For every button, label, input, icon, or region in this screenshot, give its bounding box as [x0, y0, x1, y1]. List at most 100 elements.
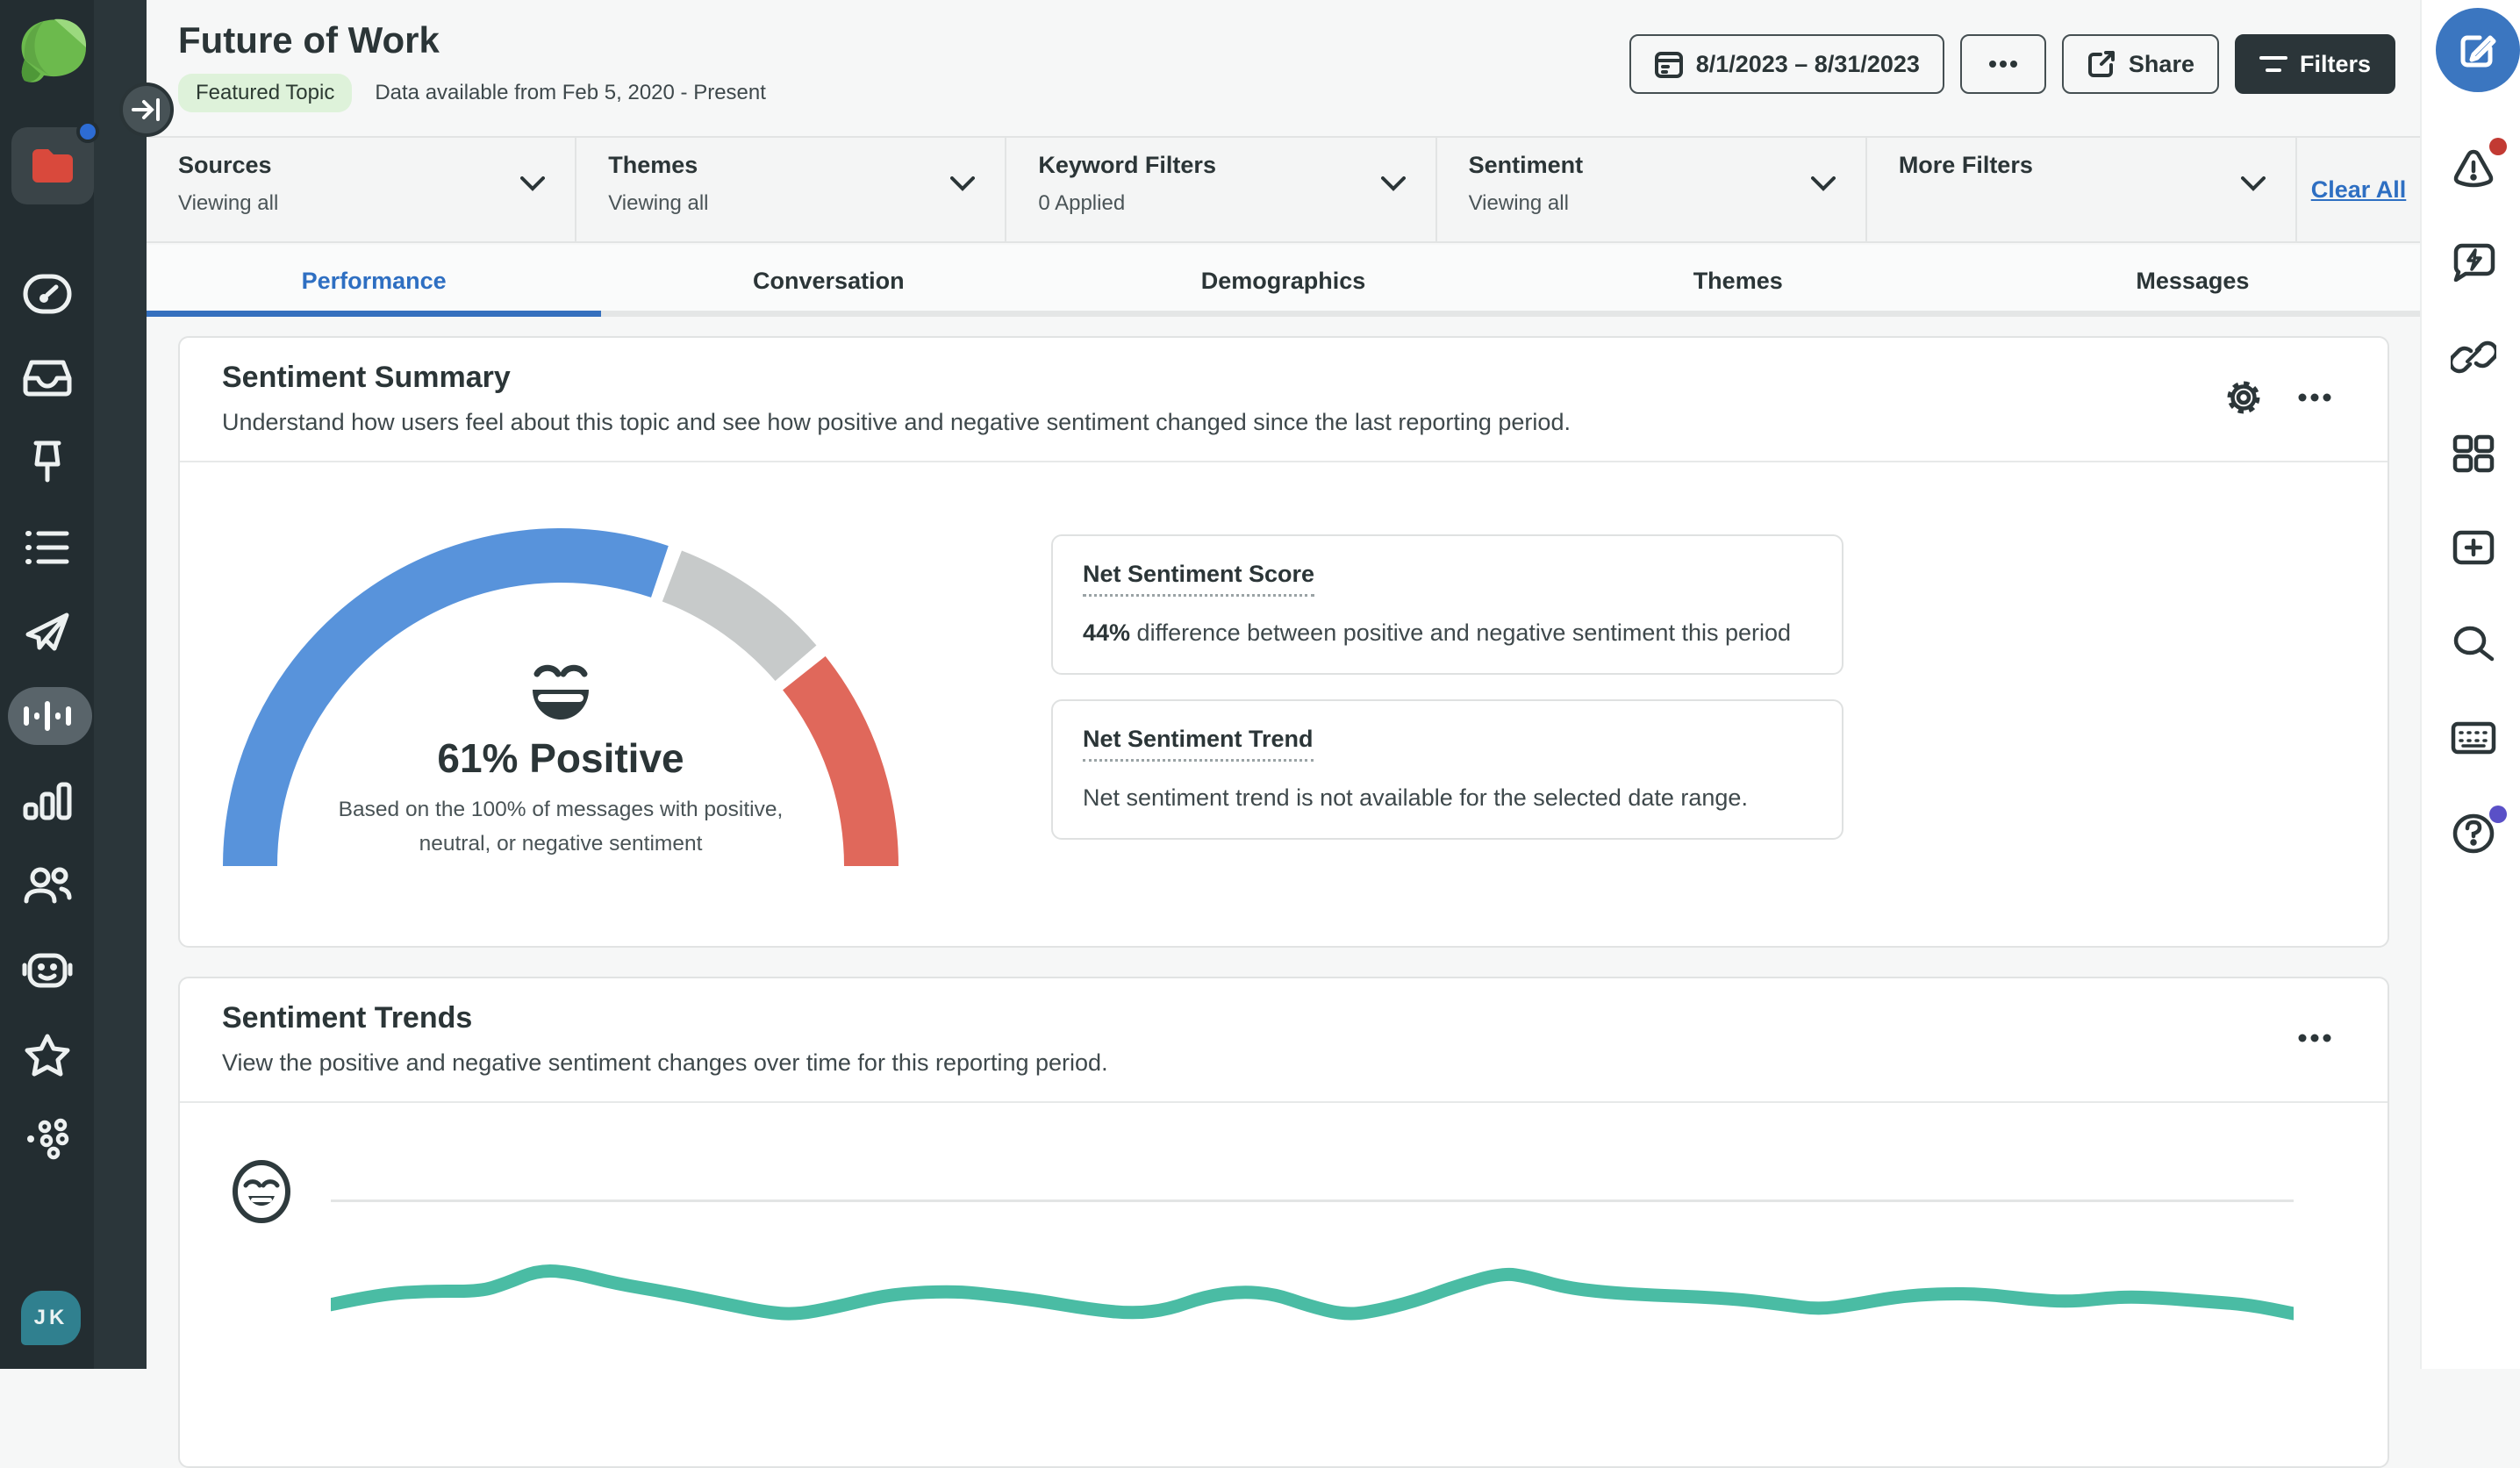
tab-demographics[interactable]: Demographics	[1056, 245, 1510, 317]
apps-grid-button[interactable]	[2451, 431, 2496, 476]
tab-performance[interactable]: Performance	[147, 245, 601, 317]
keyboard-icon	[2451, 721, 2496, 755]
star-icon	[24, 1033, 71, 1077]
tab-conversation[interactable]: Conversation	[601, 245, 1056, 317]
alerts-button[interactable]	[2451, 145, 2496, 190]
help-badge-dot	[2489, 806, 2507, 823]
card-title: Sentiment Summary	[222, 361, 2345, 395]
tab-themes[interactable]: Themes	[1511, 245, 1965, 317]
filter-themes[interactable]: Themes Viewing all	[576, 138, 1006, 241]
sidebar: JK	[0, 0, 94, 1369]
alert-badge-dot	[2489, 138, 2507, 155]
network-dots-icon	[24, 1118, 71, 1160]
tab-underline	[601, 311, 1056, 317]
tab-label: Performance	[302, 268, 447, 295]
compose-button[interactable]	[2436, 8, 2520, 92]
tab-underline	[147, 311, 601, 317]
filter-value: Viewing all	[1469, 191, 1865, 216]
notification-dot	[76, 120, 99, 143]
net-sentiment-score-box: Net Sentiment Score 44% difference betwe…	[1051, 534, 1843, 675]
sentiment-trends-card: Sentiment Trends View the positive and n…	[178, 977, 2389, 1468]
filters-label: Filters	[2300, 51, 2371, 78]
sidebar-item-automation[interactable]	[0, 944, 94, 997]
net-sentiment-trend-title[interactable]: Net Sentiment Trend	[1083, 726, 1314, 762]
user-avatar[interactable]: JK	[21, 1291, 81, 1345]
filter-keyword-filters[interactable]: Keyword Filters 0 Applied	[1006, 138, 1436, 241]
list-icon	[25, 528, 70, 567]
sidebar-item-dashboard[interactable]	[0, 268, 94, 320]
help-question-icon	[2452, 813, 2495, 855]
sentiment-trend-line-chart	[331, 1242, 2294, 1382]
ellipsis-icon	[2297, 393, 2332, 402]
gauge-caption: Based on the 100% of messages with posit…	[306, 792, 815, 861]
filter-sources[interactable]: Sources Viewing all	[147, 138, 576, 241]
date-range-button[interactable]: 8/1/2023 – 8/31/2023	[1629, 34, 1944, 94]
net-sentiment-score-title[interactable]: Net Sentiment Score	[1083, 561, 1314, 597]
data-availability-text: Data available from Feb 5, 2020 - Presen…	[375, 81, 766, 105]
sidebar-item-audience[interactable]	[0, 859, 94, 912]
sidebar-item-listening-active[interactable]	[0, 690, 94, 742]
chevron-down-icon	[1811, 176, 1836, 191]
tab-underline	[1511, 311, 1965, 317]
search-button[interactable]	[2451, 620, 2496, 666]
dashboard-gauge-icon	[23, 274, 72, 314]
audience-people-icon	[23, 866, 72, 905]
alert-icon	[2451, 147, 2496, 188]
card-description: View the positive and negative sentiment…	[222, 1049, 2345, 1077]
sidebar-item-reviews[interactable]	[0, 1028, 94, 1081]
sidebar-item-integrations[interactable]	[0, 1113, 94, 1165]
copy-link-button[interactable]	[2451, 334, 2496, 380]
sidebar-item-pinned[interactable]	[0, 436, 94, 489]
card-title: Sentiment Trends	[222, 1001, 2345, 1035]
tab-messages[interactable]: Messages	[1965, 245, 2420, 317]
sidebar-item-inbox[interactable]	[0, 352, 94, 405]
expand-sidebar-button[interactable]	[119, 82, 174, 137]
net-sentiment-score-text: difference between positive and negative…	[1130, 619, 1791, 646]
feedback-bolt-bubble-icon	[2452, 241, 2495, 282]
filter-more-filters[interactable]: More Filters	[1867, 138, 2297, 241]
help-button[interactable]	[2451, 811, 2496, 856]
sidebar-item-publishing[interactable]	[0, 605, 94, 658]
main-content: Future of Work Featured Topic Data avail…	[147, 0, 2420, 1369]
card-settings-button[interactable]	[2221, 375, 2266, 420]
sidebar-item-reports[interactable]	[0, 775, 94, 827]
apps-grid-icon	[2452, 434, 2495, 473]
tab-label: Conversation	[753, 268, 905, 295]
more-options-button[interactable]	[1960, 34, 2046, 94]
bot-icon	[22, 951, 73, 990]
sprout-leaf-logo[interactable]	[14, 12, 91, 90]
share-button[interactable]: Share	[2062, 34, 2219, 94]
filter-value: Viewing all	[608, 191, 1005, 216]
feedback-button[interactable]	[2451, 239, 2496, 284]
sidebar-secondary-strip	[94, 0, 147, 1369]
net-sentiment-trend-box: Net Sentiment Trend Net sentiment trend …	[1051, 699, 1843, 840]
reports-bar-chart-icon	[23, 782, 72, 820]
filter-sentiment[interactable]: Sentiment Viewing all	[1437, 138, 1867, 241]
search-icon	[2452, 624, 2495, 662]
net-sentiment-score-value: 44%	[1083, 619, 1130, 646]
card-more-options-button[interactable]	[2292, 375, 2337, 420]
create-new-button[interactable]	[2451, 525, 2496, 570]
filter-label: Sentiment	[1469, 152, 1865, 179]
folder-workspace-button[interactable]	[11, 127, 94, 204]
card-more-options-button[interactable]	[2292, 1015, 2337, 1061]
trend-baseline	[331, 1199, 2294, 1202]
keyboard-shortcuts-button[interactable]	[2451, 715, 2496, 761]
gear-icon	[2223, 377, 2264, 418]
tab-underline	[1965, 311, 2420, 317]
filter-label: Keyword Filters	[1038, 152, 1435, 179]
clear-all-filters[interactable]: Clear All	[2297, 138, 2420, 241]
expand-sidebar-arrow-icon	[132, 97, 161, 123]
pin-icon	[27, 440, 68, 485]
page-title: Future of Work	[178, 19, 440, 61]
folder-icon	[31, 147, 75, 184]
add-box-icon	[2452, 530, 2495, 565]
chevron-down-icon	[2241, 176, 2266, 191]
filter-label: Themes	[608, 152, 1005, 179]
gauge-headline: 61% Positive	[297, 734, 824, 782]
filters-button[interactable]: Filters	[2235, 34, 2395, 94]
sidebar-item-tasks-list[interactable]	[0, 521, 94, 574]
sentiment-summary-card: Sentiment Summary Understand how users f…	[178, 336, 2389, 948]
chevron-down-icon	[950, 176, 975, 191]
tab-label: Demographics	[1201, 268, 1366, 295]
